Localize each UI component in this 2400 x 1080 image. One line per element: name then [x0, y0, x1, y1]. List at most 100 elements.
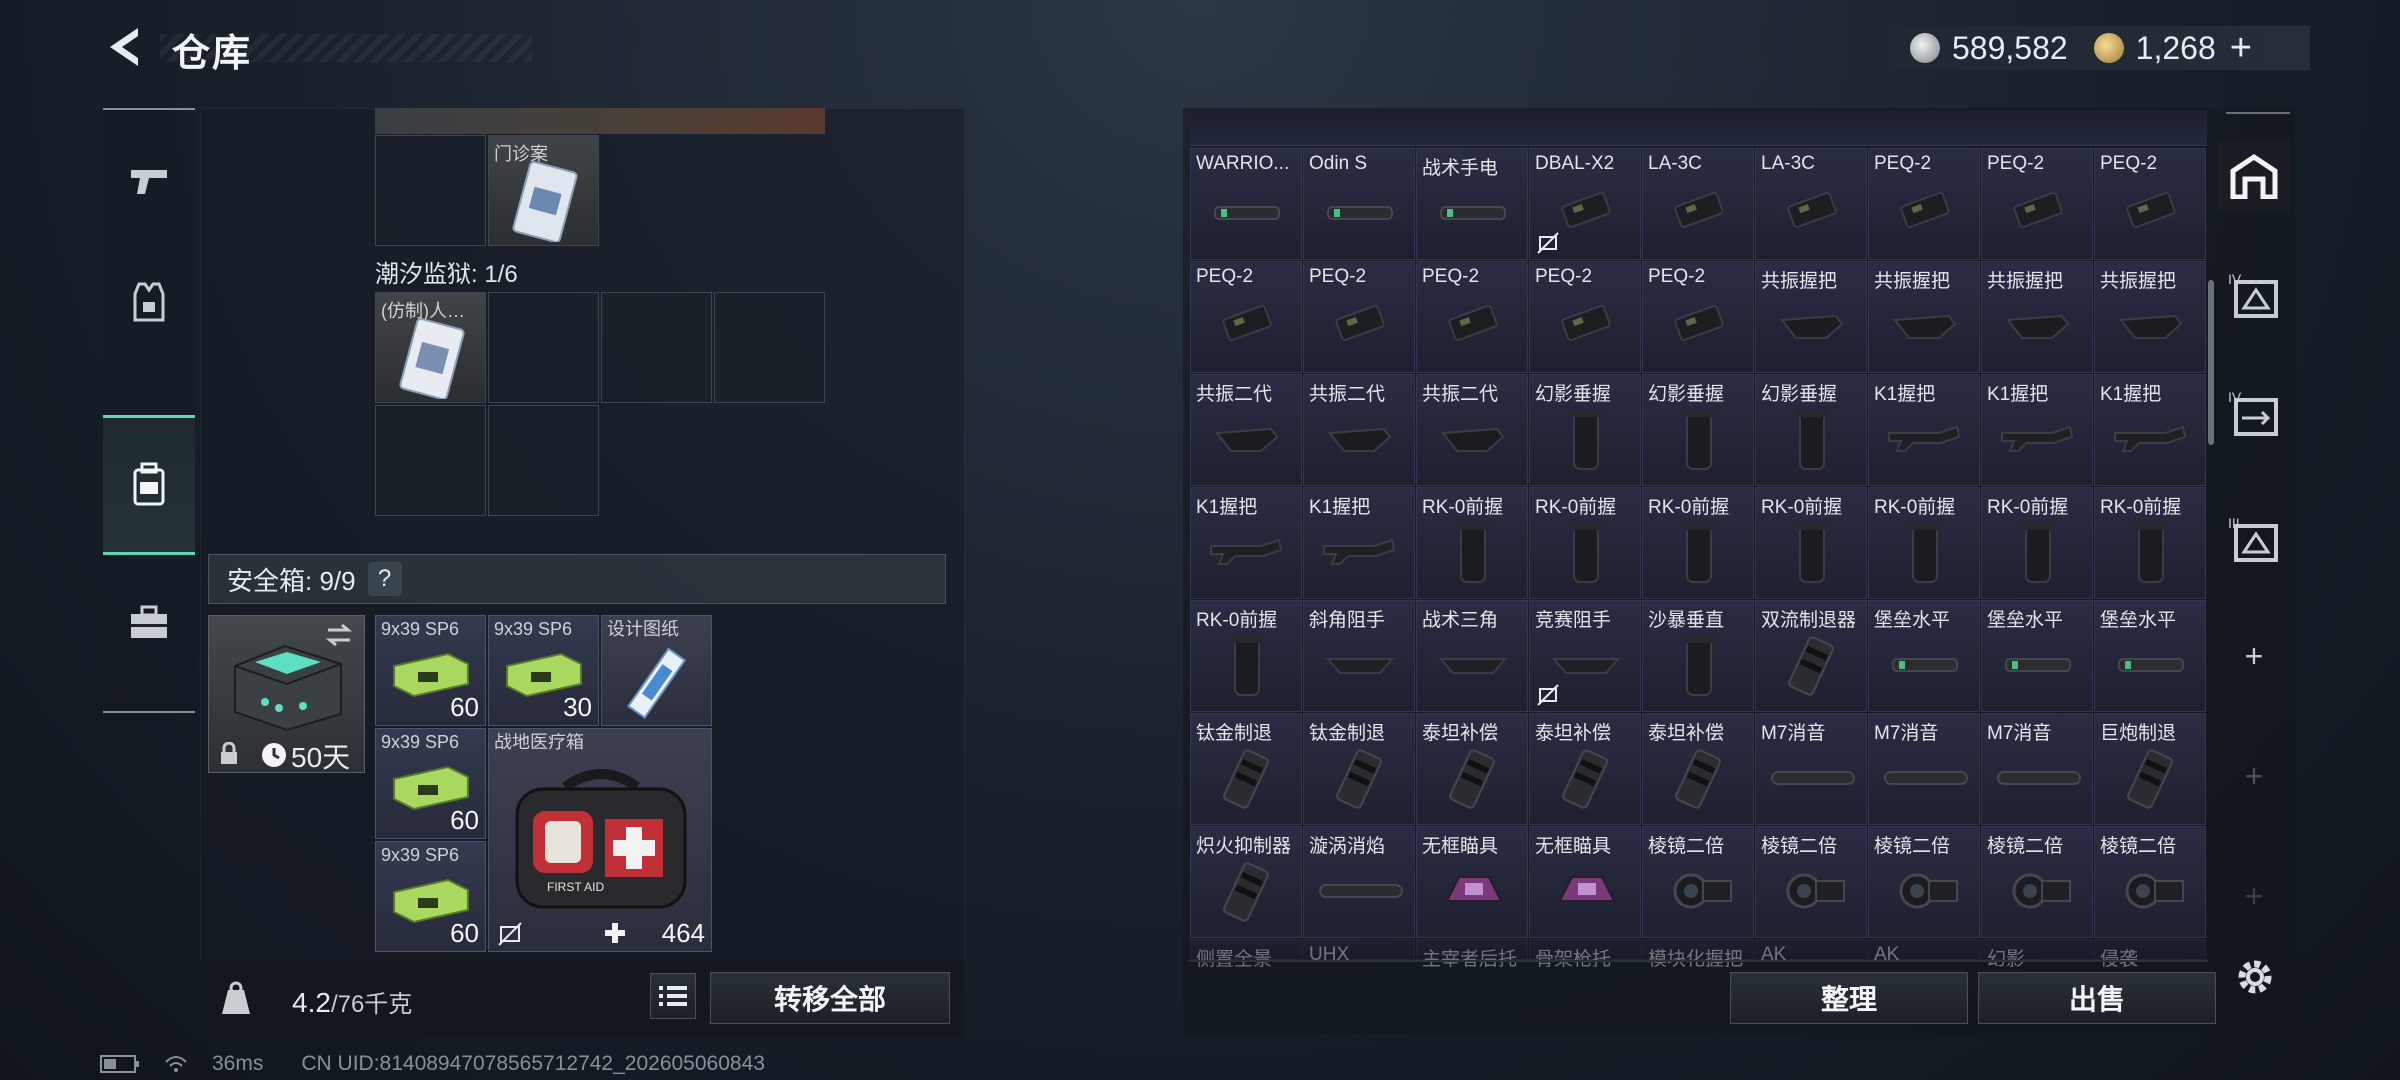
warehouse-item[interactable]: K1握把 [1868, 374, 1980, 486]
warehouse-item[interactable]: K1握把 [2094, 374, 2206, 486]
warehouse-item[interactable]: 钛金制退 [1190, 713, 1302, 825]
warehouse-item[interactable]: 泰坦补偿 [1529, 713, 1641, 825]
ammo-item[interactable]: 9x39 SP6 60 [375, 615, 486, 726]
warehouse-item[interactable]: Odin S [1303, 148, 1415, 260]
warehouse-item[interactable]: 无框瞄具 [1416, 826, 1528, 938]
add-currency-button[interactable]: + [2230, 27, 2252, 70]
warehouse-item[interactable]: 侵袭 [2094, 939, 2206, 970]
warehouse-item[interactable]: M7消音 [1755, 713, 1867, 825]
tab-backpack[interactable] [103, 415, 195, 555]
warehouse-item[interactable]: 共振握把 [2094, 261, 2206, 373]
warehouse-item[interactable]: RK-0前握 [1190, 600, 1302, 712]
warehouse-item[interactable]: 模块化握把 [1642, 939, 1754, 970]
warehouse-item[interactable]: 幻影 [1981, 939, 2093, 970]
warehouse-item[interactable]: 无框瞄具 [1529, 826, 1641, 938]
warehouse-item[interactable]: 炽火抑制器 [1190, 826, 1302, 938]
grid-slot[interactable] [714, 292, 825, 403]
warehouse-item[interactable]: 侧置全景 [1190, 939, 1302, 970]
warehouse-item[interactable]: 幻影垂握 [1642, 374, 1754, 486]
warehouse-item[interactable]: 战术手电 [1416, 148, 1528, 260]
clinic-card-item[interactable]: 门诊案 [488, 135, 599, 246]
warehouse-item[interactable]: 共振二代 [1416, 374, 1528, 486]
back-arrow-icon[interactable] [100, 22, 150, 72]
warehouse-item[interactable]: RK-0前握 [2094, 487, 2206, 599]
warehouse-item[interactable]: PEQ-2 [1416, 261, 1528, 373]
settings-gear-icon[interactable] [2234, 956, 2276, 998]
warehouse-item[interactable]: 堡垒水平 [1981, 600, 2093, 712]
warehouse-item[interactable]: PEQ-2 [2094, 148, 2206, 260]
warehouse-item[interactable]: 泰坦补偿 [1416, 713, 1528, 825]
safe-box-container[interactable]: 50天 [208, 615, 365, 773]
warehouse-item[interactable]: PEQ-2 [1642, 261, 1754, 373]
warehouse-item[interactable]: K1握把 [1190, 487, 1302, 599]
warehouse-item[interactable]: 主宰者后托 [1416, 939, 1528, 970]
side-storage-tab-1[interactable]: IV [2218, 258, 2290, 330]
warehouse-item[interactable]: PEQ-2 [1303, 261, 1415, 373]
warehouse-item[interactable]: DBAL-X2 [1529, 148, 1641, 260]
help-button[interactable]: ? [367, 562, 402, 596]
warehouse-item[interactable]: UHX [1303, 939, 1415, 965]
warehouse-item[interactable]: LA-3C [1642, 148, 1754, 260]
grid-scrollbar[interactable] [2208, 280, 2214, 445]
warehouse-item[interactable]: RK-0前握 [1981, 487, 2093, 599]
warehouse-item[interactable]: 双流制退器 [1755, 600, 1867, 712]
warehouse-item[interactable]: RK-0前握 [1529, 487, 1641, 599]
side-storage-tab-2[interactable]: IV [2218, 376, 2290, 448]
warehouse-item[interactable]: 棱镜二倍 [1642, 826, 1754, 938]
prison-card-item[interactable]: (仿制)人… [375, 292, 486, 403]
warehouse-item[interactable]: RK-0前握 [1755, 487, 1867, 599]
warehouse-item[interactable]: 共振握把 [1868, 261, 1980, 373]
warehouse-item[interactable]: 泰坦补偿 [1642, 713, 1754, 825]
warehouse-item[interactable]: AK [1868, 939, 1980, 965]
medkit-item[interactable]: 战地医疗箱 FIRST AID 464 [488, 728, 712, 952]
warehouse-item[interactable]: M7消音 [1868, 713, 1980, 825]
warehouse-item[interactable]: 斜角阻手 [1303, 600, 1415, 712]
grid-slot[interactable] [601, 292, 712, 403]
warehouse-item[interactable]: M7消音 [1981, 713, 2093, 825]
warehouse-item[interactable]: PEQ-2 [1190, 261, 1302, 373]
warehouse-item[interactable]: 漩涡消焰 [1303, 826, 1415, 938]
warehouse-item[interactable]: LA-3C [1755, 148, 1867, 260]
warehouse-item[interactable]: 棱镜二倍 [1868, 826, 1980, 938]
transfer-all-button[interactable]: 转移全部 [710, 972, 950, 1024]
warehouse-item[interactable]: RK-0前握 [1642, 487, 1754, 599]
warehouse-item[interactable]: 战术三角 [1416, 600, 1528, 712]
warehouse-item[interactable]: 巨炮制退 [2094, 713, 2206, 825]
warehouse-item[interactable]: 共振握把 [1981, 261, 2093, 373]
warehouse-item[interactable]: K1握把 [1303, 487, 1415, 599]
warehouse-item[interactable]: 棱镜二倍 [2094, 826, 2206, 938]
warehouse-item[interactable]: 钛金制退 [1303, 713, 1415, 825]
warehouse-item[interactable]: AK [1755, 939, 1867, 965]
warehouse-item[interactable]: 棱镜二倍 [1755, 826, 1867, 938]
warehouse-item[interactable]: 共振二代 [1190, 374, 1302, 486]
warehouse-item[interactable]: 沙暴垂直 [1642, 600, 1754, 712]
side-warehouse-tab[interactable] [2218, 140, 2290, 212]
list-view-button[interactable] [650, 973, 696, 1019]
grid-slot[interactable] [488, 405, 599, 516]
warehouse-item[interactable]: 棱镜二倍 [1981, 826, 2093, 938]
add-storage-button[interactable]: + [2218, 620, 2290, 692]
warehouse-item[interactable]: 堡垒水平 [2094, 600, 2206, 712]
warehouse-item[interactable]: 骨架枪托 [1529, 939, 1641, 970]
grid-slot[interactable] [375, 135, 486, 246]
warehouse-item[interactable]: 共振二代 [1303, 374, 1415, 486]
sell-button[interactable]: 出售 [1978, 972, 2216, 1024]
warehouse-item[interactable]: 幻影垂握 [1529, 374, 1641, 486]
ammo-item[interactable]: 9x39 SP6 60 [375, 841, 486, 952]
warehouse-item[interactable]: PEQ-2 [1868, 148, 1980, 260]
blueprint-item[interactable]: 设计图纸 [601, 615, 712, 726]
warehouse-item[interactable]: 共振握把 [1755, 261, 1867, 373]
tab-toolbox[interactable] [103, 552, 195, 692]
warehouse-item[interactable]: 竞赛阻手 [1529, 600, 1641, 712]
warehouse-item[interactable]: K1握把 [1981, 374, 2093, 486]
warehouse-item[interactable]: 堡垒水平 [1868, 600, 1980, 712]
organize-button[interactable]: 整理 [1730, 972, 1968, 1024]
warehouse-item[interactable]: RK-0前握 [1868, 487, 1980, 599]
ammo-item[interactable]: 9x39 SP6 60 [375, 728, 486, 839]
warehouse-item[interactable]: WARRIO... [1190, 148, 1302, 260]
grid-slot[interactable] [488, 292, 599, 403]
swap-icon[interactable] [324, 622, 354, 648]
ammo-item[interactable]: 9x39 SP6 30 [488, 615, 599, 726]
tab-weapons[interactable] [103, 110, 195, 250]
grid-slot[interactable] [375, 405, 486, 516]
